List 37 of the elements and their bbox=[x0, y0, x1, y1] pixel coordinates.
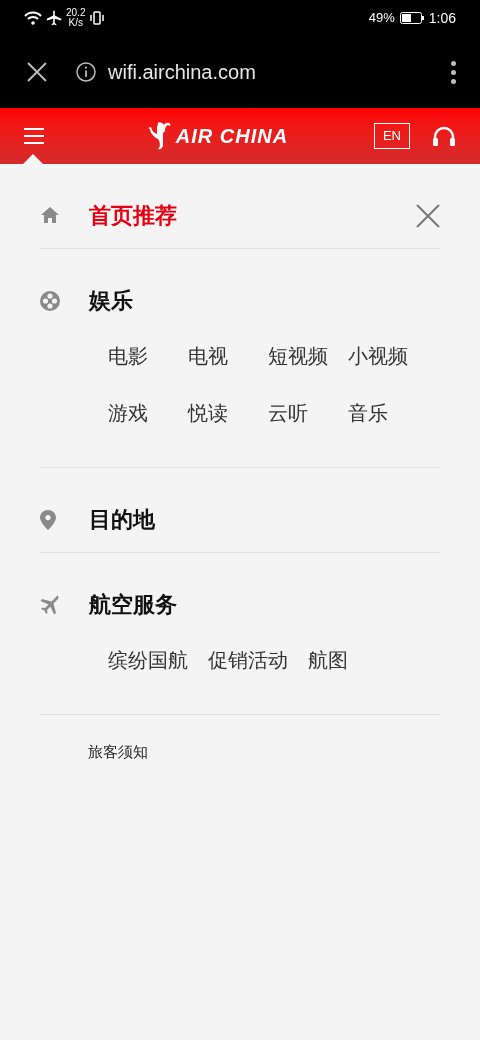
submenu-link[interactable]: 电视 bbox=[188, 328, 268, 385]
menu-section-link[interactable]: 首页推荐 bbox=[89, 204, 177, 228]
wifi-icon bbox=[24, 11, 42, 25]
more-menu-button[interactable] bbox=[450, 60, 456, 84]
submenu-link[interactable]: 音乐 bbox=[348, 385, 428, 442]
submenu-link[interactable]: 悦读 bbox=[188, 385, 268, 442]
network-speed: 20.2 bbox=[66, 8, 86, 18]
airplane-mode-icon bbox=[46, 10, 62, 26]
location-pin-icon bbox=[40, 510, 56, 530]
clock: 1:06 bbox=[428, 8, 456, 28]
info-icon[interactable] bbox=[76, 62, 96, 82]
speed-unit: K/s bbox=[68, 18, 83, 28]
submenu-link[interactable]: 航图 bbox=[308, 632, 388, 689]
submenu-link[interactable]: 云听 bbox=[268, 385, 348, 442]
close-menu-button[interactable] bbox=[416, 204, 440, 228]
vibrate-icon bbox=[89, 11, 106, 25]
submenu-link[interactable]: 短视频 bbox=[268, 328, 348, 385]
menu-button[interactable] bbox=[24, 128, 44, 144]
footer-link[interactable]: 旅客须知 bbox=[40, 741, 440, 764]
battery-icon bbox=[399, 12, 424, 24]
logo-text: AIR CHINA bbox=[175, 124, 289, 149]
battery-percentage: 49% bbox=[368, 9, 395, 28]
submenu-link[interactable]: 电影 bbox=[108, 328, 188, 385]
url-text[interactable]: wifi.airchina.com bbox=[108, 57, 256, 87]
submenu-link[interactable]: 小视频 bbox=[348, 328, 428, 385]
submenu-link[interactable]: 缤纷国航 bbox=[108, 632, 208, 689]
airplane-icon bbox=[40, 595, 60, 615]
language-button[interactable]: EN bbox=[373, 123, 410, 149]
film-reel-icon bbox=[40, 291, 60, 311]
headphones-icon[interactable] bbox=[432, 126, 456, 146]
submenu-link[interactable]: 游戏 bbox=[108, 385, 188, 442]
menu-section-link[interactable]: 目的地 bbox=[89, 508, 155, 532]
close-button[interactable] bbox=[26, 61, 48, 83]
menu-section-link[interactable]: 航空服务 bbox=[89, 593, 177, 617]
submenu-link[interactable]: 促销活动 bbox=[208, 632, 308, 689]
menu-section-link[interactable]: 娱乐 bbox=[89, 289, 133, 313]
home-icon bbox=[40, 206, 60, 224]
